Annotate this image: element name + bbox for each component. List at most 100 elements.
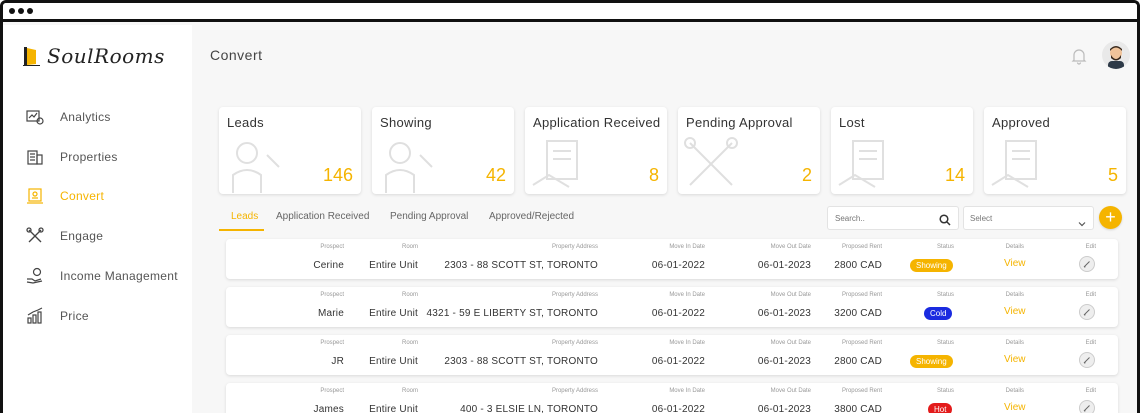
stat-card-leads[interactable]: Leads 146 <box>219 107 361 194</box>
column-header-move-in: Move In Date <box>669 388 705 394</box>
sidebar: SoulRooms Analytics Properties Convert E… <box>3 25 192 413</box>
cell-move-out: 06-01-2023 <box>757 260 811 271</box>
cell-move-out: 06-01-2023 <box>757 356 811 367</box>
search-input[interactable] <box>828 207 928 229</box>
sidebar-item-properties[interactable]: Properties <box>25 147 118 167</box>
cell-move-out: 06-01-2023 <box>757 404 811 413</box>
sidebar-item-convert[interactable]: Convert <box>25 186 104 206</box>
cell-prospect: Cerine <box>313 260 344 271</box>
sidebar-item-income-management[interactable]: Income Management <box>25 266 178 286</box>
edit-button[interactable] <box>1079 400 1095 413</box>
hand-money-icon <box>25 266 45 286</box>
cell-room: Entire Unit <box>369 356 418 367</box>
card-title: Leads <box>227 115 264 130</box>
column-header-move-in: Move In Date <box>669 244 705 250</box>
table-row[interactable]: Prospect Cerine Room Entire Unit Property Ad… <box>226 239 1118 279</box>
status-badge: Hot <box>928 403 953 413</box>
sidebar-item-label: Price <box>60 309 89 323</box>
filter-select[interactable]: Select <box>963 206 1094 230</box>
card-value: 8 <box>648 165 659 185</box>
column-header-details: Details <box>1005 244 1024 250</box>
sidebar-item-label: Convert <box>60 189 105 203</box>
convert-icon <box>25 186 45 206</box>
column-header-prospect: Prospect <box>320 388 344 394</box>
bell-icon[interactable] <box>1070 47 1088 65</box>
stat-card-application-received[interactable]: Application Received 8 <box>525 107 667 194</box>
cell-move-in: 06-01-2022 <box>651 308 705 319</box>
table-row[interactable]: Prospect Marie Room Entire Unit Property Add… <box>226 287 1118 327</box>
logo[interactable]: SoulRooms <box>23 41 165 71</box>
column-header-details: Details <box>1005 388 1024 394</box>
page-title: Convert <box>210 47 263 63</box>
table-row[interactable]: Prospect James Room Entire Unit Property Add… <box>226 383 1118 413</box>
avatar[interactable] <box>1102 41 1130 69</box>
stat-card-approved[interactable]: Approved 5 <box>984 107 1126 194</box>
table-row[interactable]: Prospect JR Room Entire Unit Property Addres… <box>226 335 1118 375</box>
building-icon <box>25 147 45 167</box>
logo-text: SoulRooms <box>47 44 165 68</box>
view-details-link[interactable]: View <box>1004 354 1026 365</box>
view-details-link[interactable]: View <box>1004 402 1026 413</box>
cell-move-in: 06-01-2022 <box>651 260 705 271</box>
sidebar-item-label: Properties <box>60 150 118 164</box>
column-header-address: Property Address <box>551 340 598 346</box>
chevron-down-icon <box>1078 215 1086 227</box>
main-content: Convert Leads 146 Showing 42 Application… <box>192 25 1137 413</box>
tab-approved-rejected[interactable]: Approved/Rejected <box>489 211 574 222</box>
view-details-link[interactable]: View <box>1004 258 1026 269</box>
document-icon <box>835 135 899 193</box>
cell-move-in: 06-01-2022 <box>651 356 705 367</box>
tools-icon <box>25 226 45 246</box>
cell-address: 2303 - 88 SCOTT ST, TORONTO <box>444 356 598 367</box>
pencil-icon <box>1083 405 1090 412</box>
cell-address: 400 - 3 ELSIE LN, TORONTO <box>460 404 598 413</box>
stat-card-showing[interactable]: Showing 42 <box>372 107 514 194</box>
card-title: Approved <box>992 115 1051 130</box>
worker-icon <box>223 135 287 193</box>
stat-card-pending-approval[interactable]: Pending Approval 2 <box>678 107 820 194</box>
column-header-details: Details <box>1005 340 1024 346</box>
add-button[interactable]: + <box>1099 206 1122 229</box>
window-dot <box>18 8 24 14</box>
card-title: Application Received <box>533 115 661 130</box>
view-details-link[interactable]: View <box>1004 306 1026 317</box>
cell-room: Entire Unit <box>369 308 418 319</box>
card-value: 2 <box>801 165 812 185</box>
window-dot <box>9 8 15 14</box>
column-header-address: Property Address <box>551 388 598 394</box>
cell-address: 4321 - 59 E LIBERTY ST, TORONTO <box>426 308 598 319</box>
cell-room: Entire Unit <box>369 260 418 271</box>
document-icon <box>529 135 593 193</box>
edit-button[interactable] <box>1079 256 1095 272</box>
tab-application-received[interactable]: Application Received <box>276 211 369 222</box>
column-header-prospect: Prospect <box>320 292 344 298</box>
edit-button[interactable] <box>1079 304 1095 320</box>
column-header-rent: Proposed Rent <box>841 340 882 346</box>
column-header-move-out: Move Out Date <box>770 340 811 346</box>
stat-card-lost[interactable]: Lost 14 <box>831 107 973 194</box>
edit-button[interactable] <box>1079 352 1095 368</box>
card-value: 42 <box>485 165 506 185</box>
column-header-edit: Edit <box>1085 244 1096 250</box>
tab-pending-approval[interactable]: Pending Approval <box>390 211 468 222</box>
tab-leads[interactable]: Leads <box>231 211 258 222</box>
search-icon[interactable] <box>939 213 951 226</box>
column-header-status: Status <box>936 340 954 346</box>
cell-prospect: James <box>313 404 344 413</box>
cell-rent: 2800 CAD <box>834 260 882 271</box>
sidebar-item-engage[interactable]: Engage <box>25 226 103 246</box>
sidebar-item-price[interactable]: Price <box>25 306 89 326</box>
column-header-status: Status <box>936 292 954 298</box>
card-title: Showing <box>380 115 432 130</box>
column-header-move-in: Move In Date <box>669 292 705 298</box>
cell-address: 2303 - 88 SCOTT ST, TORONTO <box>444 260 598 271</box>
column-header-edit: Edit <box>1085 388 1096 394</box>
column-header-status: Status <box>936 244 954 250</box>
sidebar-item-analytics[interactable]: Analytics <box>25 107 111 127</box>
column-header-move-out: Move Out Date <box>770 388 811 394</box>
price-chart-icon <box>25 306 45 326</box>
analytics-icon <box>25 107 45 127</box>
column-header-room: Room <box>401 292 418 298</box>
door-logo-icon <box>23 46 41 66</box>
column-header-move-out: Move Out Date <box>770 244 811 250</box>
